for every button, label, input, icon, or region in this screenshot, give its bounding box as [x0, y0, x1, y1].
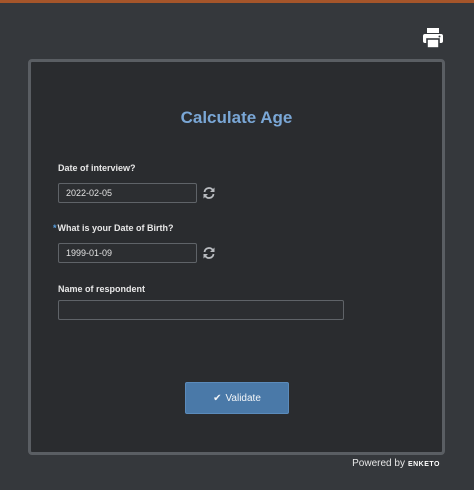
powered-by: Powered by ENKETO: [352, 458, 440, 469]
required-marker: *: [53, 223, 57, 233]
respondent-name-label: Name of respondent: [58, 284, 146, 294]
birth-date-label-text: What is your Date of Birth?: [57, 223, 174, 233]
reset-birth-date-icon[interactable]: [202, 246, 216, 260]
form-title: Calculate Age: [180, 108, 293, 127]
validate-button-label: Validate: [225, 392, 261, 404]
birth-date-label: *What is your Date of Birth?: [53, 223, 174, 233]
form-panel: Calculate Age Date of interview? 2022-02…: [28, 59, 445, 455]
interview-date-input[interactable]: 2022-02-05: [58, 183, 197, 203]
powered-by-text: Powered by: [352, 458, 405, 469]
reset-interview-date-icon[interactable]: [202, 186, 216, 200]
respondent-name-input[interactable]: [58, 300, 344, 320]
top-accent-bar: [0, 0, 474, 3]
checkmark-icon: ✔: [213, 392, 222, 404]
interview-date-label: Date of interview?: [58, 163, 136, 173]
print-icon[interactable]: [421, 26, 445, 50]
enketo-logo[interactable]: ENKETO: [408, 461, 440, 468]
validate-button[interactable]: ✔ Validate: [185, 382, 289, 414]
birth-date-input[interactable]: 1999-01-09: [58, 243, 197, 263]
